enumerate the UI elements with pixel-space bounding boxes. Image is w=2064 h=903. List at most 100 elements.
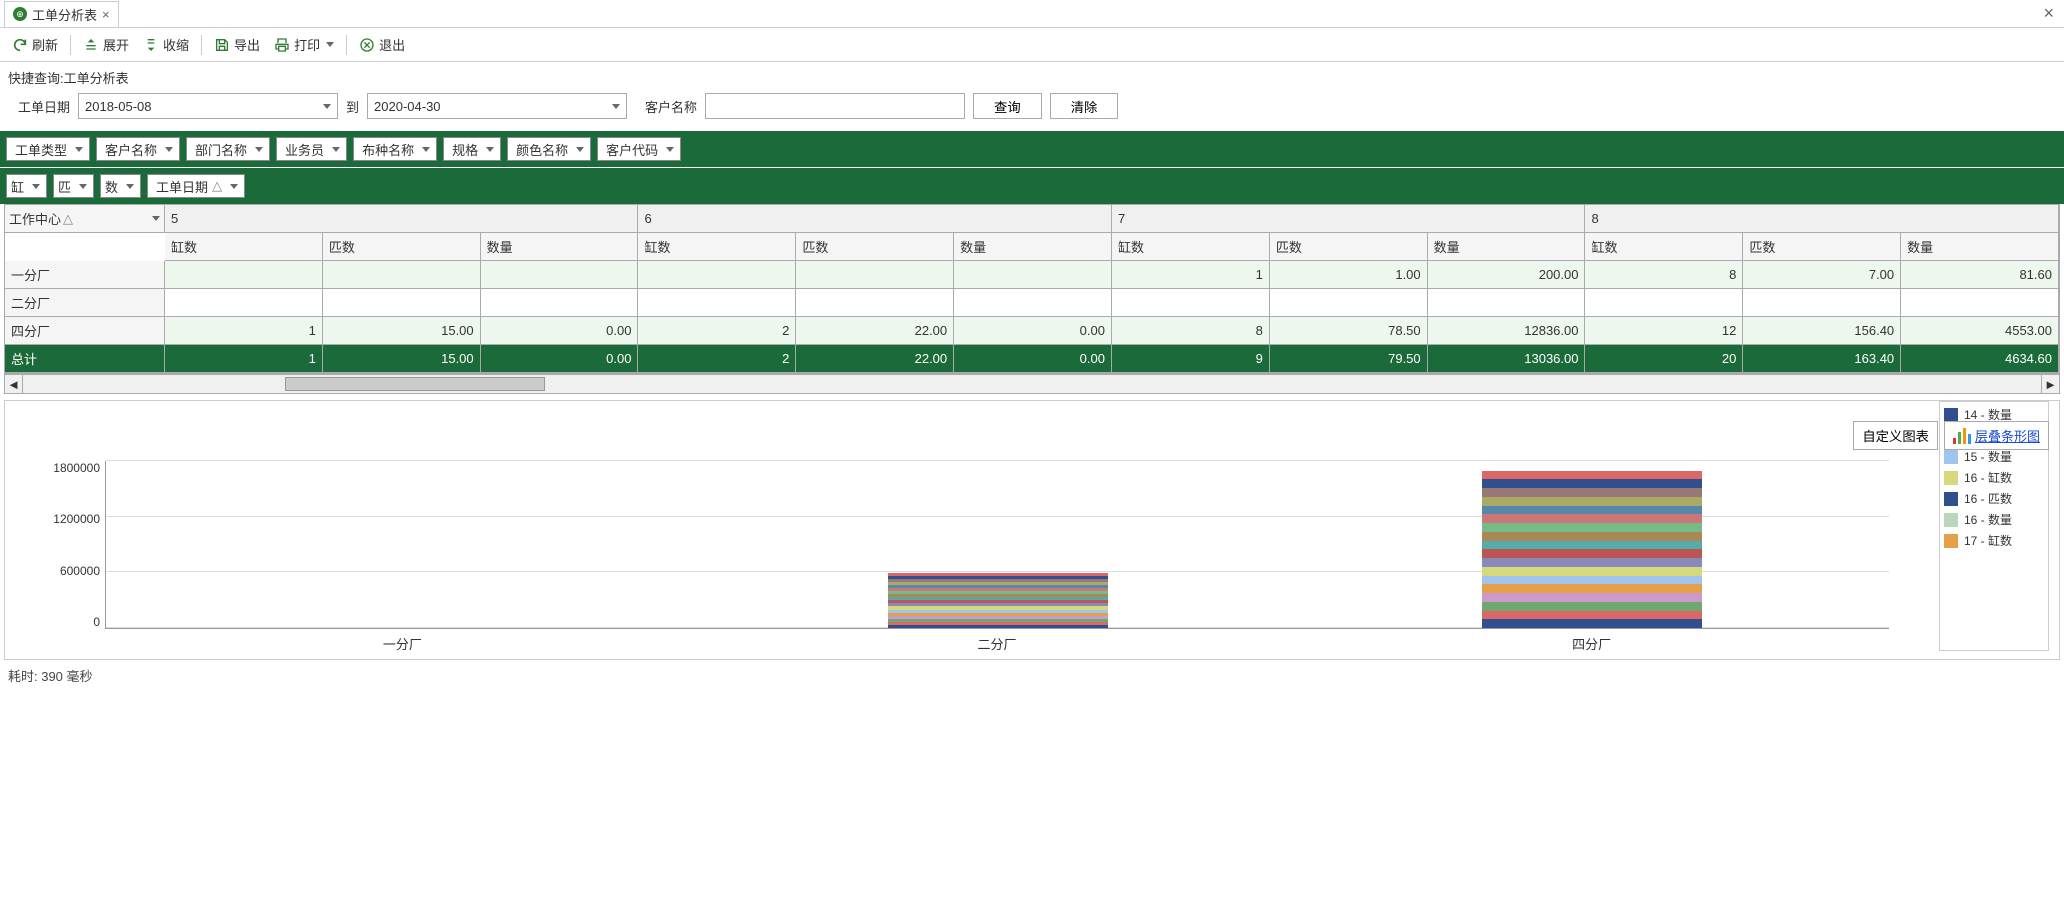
exit-button[interactable]: 退出	[353, 32, 411, 57]
data-cell[interactable]: 12	[1585, 317, 1743, 345]
filter-chip[interactable]: 部门名称	[186, 137, 270, 161]
clear-button[interactable]: 清除	[1050, 93, 1119, 119]
window-close-icon[interactable]: ×	[2043, 3, 2054, 24]
sub-header[interactable]: 缸数	[638, 233, 796, 261]
tab-active[interactable]: ⊕ 工单分析表 ×	[4, 1, 119, 27]
data-cell[interactable]	[1428, 289, 1586, 317]
data-cell[interactable]	[796, 289, 954, 317]
chevron-down-icon	[226, 184, 240, 189]
data-cell[interactable]	[1743, 289, 1901, 317]
collapse-button[interactable]: 收缩	[137, 32, 195, 57]
print-label: 打印	[294, 35, 320, 54]
filter-chip[interactable]: 工单类型	[6, 137, 90, 161]
data-cell[interactable]	[1585, 289, 1743, 317]
scroll-thumb[interactable]	[285, 377, 545, 391]
filter-chip[interactable]: 颜色名称	[507, 137, 591, 161]
data-cell[interactable]: 0.00	[954, 317, 1112, 345]
search-button[interactable]: 查询	[973, 93, 1042, 119]
close-icon[interactable]: ×	[102, 7, 110, 22]
data-cell[interactable]	[323, 289, 481, 317]
sub-header[interactable]: 缸数	[1585, 233, 1743, 261]
month-header[interactable]: 6	[638, 205, 1112, 233]
filter-chip[interactable]: 客户名称	[96, 137, 180, 161]
data-cell[interactable]	[481, 289, 639, 317]
filter-chip[interactable]: 客户代码	[597, 137, 681, 161]
data-cell[interactable]	[1901, 289, 2059, 317]
data-cell[interactable]: 7.00	[1743, 261, 1901, 289]
data-cell[interactable]: 2	[638, 317, 796, 345]
chevron-down-icon	[161, 147, 175, 152]
data-cell[interactable]	[165, 261, 323, 289]
sub-header[interactable]: 匹数	[1270, 233, 1428, 261]
chevron-down-icon	[152, 216, 160, 221]
data-cell[interactable]: 1.00	[1270, 261, 1428, 289]
data-cell[interactable]: 1	[165, 317, 323, 345]
row-label[interactable]: 四分厂	[5, 317, 165, 345]
month-header[interactable]: 7	[1112, 205, 1586, 233]
row-label[interactable]: 一分厂	[5, 261, 165, 289]
data-cell[interactable]: 78.50	[1270, 317, 1428, 345]
data-cell[interactable]	[481, 261, 639, 289]
data-cell[interactable]: 200.00	[1428, 261, 1586, 289]
row-label[interactable]: 二分厂	[5, 289, 165, 317]
customer-input[interactable]	[705, 93, 965, 119]
export-button[interactable]: 导出	[208, 32, 266, 57]
legend-item: 16 - 缸数	[1942, 467, 2046, 488]
filter-chip-small[interactable]: 数	[100, 174, 141, 198]
data-cell[interactable]	[796, 261, 954, 289]
chevron-down-icon	[482, 147, 496, 152]
filter-chip-small[interactable]: 匹	[53, 174, 94, 198]
sub-header[interactable]: 数量	[1901, 233, 2059, 261]
month-header[interactable]: 5	[165, 205, 638, 233]
sub-header[interactable]: 数量	[481, 233, 639, 261]
sub-header[interactable]: 缸数	[1112, 233, 1270, 261]
data-cell[interactable]: 1	[1112, 261, 1270, 289]
separator	[70, 35, 71, 55]
data-cell[interactable]: 8	[1585, 261, 1743, 289]
data-cell[interactable]	[1112, 289, 1270, 317]
horizontal-scrollbar[interactable]: ◄ ►	[4, 374, 2060, 394]
data-cell[interactable]	[323, 261, 481, 289]
scroll-right-icon[interactable]: ►	[2041, 375, 2059, 393]
refresh-button[interactable]: 刷新	[6, 32, 64, 57]
data-cell[interactable]	[638, 261, 796, 289]
data-cell[interactable]	[165, 289, 323, 317]
chevron-down-icon	[251, 147, 265, 152]
filter-chip[interactable]: 规格	[443, 137, 501, 161]
total-cell: 13036.00	[1428, 345, 1586, 373]
sub-header[interactable]: 匹数	[1743, 233, 1901, 261]
expand-label: 展开	[103, 35, 129, 54]
filter-chip-small[interactable]: 缸	[6, 174, 47, 198]
scroll-left-icon[interactable]: ◄	[5, 375, 23, 393]
filter-chip[interactable]: 业务员	[276, 137, 347, 161]
data-cell[interactable]: 0.00	[481, 317, 639, 345]
data-cell[interactable]	[638, 289, 796, 317]
data-cell[interactable]: 15.00	[323, 317, 481, 345]
sub-header[interactable]: 数量	[954, 233, 1112, 261]
data-cell[interactable]: 22.00	[796, 317, 954, 345]
data-cell[interactable]: 8	[1112, 317, 1270, 345]
data-cell[interactable]	[954, 289, 1112, 317]
month-header[interactable]: 8	[1585, 205, 2059, 233]
plot-area	[105, 461, 1889, 629]
expand-button[interactable]: 展开	[77, 32, 135, 57]
date-to-input[interactable]: 2020-04-30	[367, 93, 627, 119]
print-button[interactable]: 打印	[268, 32, 340, 57]
sub-header[interactable]: 缸数	[165, 233, 323, 261]
data-cell[interactable]: 81.60	[1901, 261, 2059, 289]
data-cell[interactable]: 4553.00	[1901, 317, 2059, 345]
grid-corner[interactable]: 工作中心△	[5, 205, 165, 233]
data-cell[interactable]	[954, 261, 1112, 289]
custom-chart-button[interactable]: 自定义图表	[1853, 421, 1938, 450]
sub-header[interactable]: 匹数	[323, 233, 481, 261]
filter-chip-date[interactable]: 工单日期△	[147, 174, 245, 198]
data-cell[interactable]: 12836.00	[1428, 317, 1586, 345]
bar	[888, 572, 1108, 628]
date-from-input[interactable]: 2018-05-08	[78, 93, 338, 119]
data-cell[interactable]: 156.40	[1743, 317, 1901, 345]
sub-header[interactable]: 数量	[1428, 233, 1586, 261]
data-cell[interactable]	[1270, 289, 1428, 317]
sub-header[interactable]: 匹数	[796, 233, 954, 261]
chart-type-link[interactable]: 层叠条形图	[1944, 421, 2049, 450]
filter-chip[interactable]: 布种名称	[353, 137, 437, 161]
